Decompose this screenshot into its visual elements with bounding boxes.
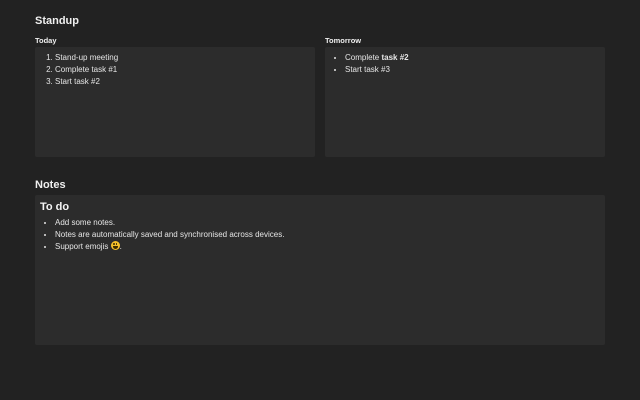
today-item: Complete task #1 (55, 64, 315, 76)
today-label: Today (35, 36, 57, 45)
tomorrow-item-text: Complete (345, 53, 382, 62)
tomorrow-item: Complete task #2 (345, 52, 605, 64)
tomorrow-item-bold: task #2 (381, 53, 409, 62)
notes-item: Notes are automatically saved and synchr… (55, 229, 605, 241)
notes-item: Add some notes. (55, 217, 605, 229)
tomorrow-list: Complete task #2 Start task #3 (325, 52, 605, 76)
notes-item-suffix: . (119, 242, 122, 251)
tomorrow-item: Start task #3 (345, 64, 605, 76)
notes-list: Add some notes. Notes are automatically … (35, 217, 605, 253)
standup-title: Standup (35, 15, 79, 27)
notes-editor[interactable]: To do Add some notes. Notes are automati… (35, 195, 605, 345)
standup-page: Standup Today Stand-up meeting Complete … (0, 0, 640, 400)
today-editor[interactable]: Stand-up meeting Complete task #1 Start … (35, 47, 315, 157)
today-item: Stand-up meeting (55, 52, 315, 64)
notes-heading: To do (40, 201, 70, 213)
tomorrow-editor[interactable]: Complete task #2 Start task #3 (325, 47, 605, 157)
grinning-face-emoji-icon (110, 241, 120, 250)
today-list: Stand-up meeting Complete task #1 Start … (35, 52, 315, 88)
tomorrow-label: Tomorrow (325, 36, 362, 45)
today-item: Start task #2 (55, 76, 315, 88)
notes-item: Support emojis . (55, 241, 605, 253)
notes-title: Notes (35, 179, 66, 191)
notes-item-text: Support emojis (55, 242, 109, 251)
